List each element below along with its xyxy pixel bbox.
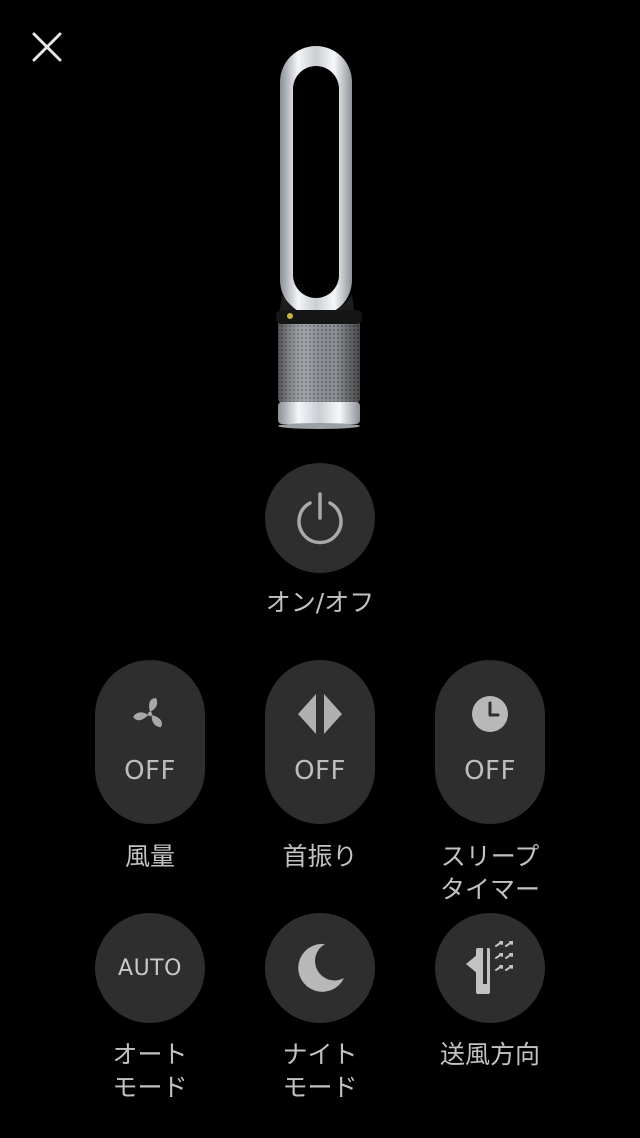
airflow-direction-button[interactable] (435, 913, 545, 1023)
oscillation-icon (298, 694, 342, 734)
auto-icon-text: AUTO (118, 955, 182, 981)
airflow-direction-icon (466, 941, 513, 994)
night-mode-label: ナイト モード (282, 1040, 358, 1102)
sleep-timer-button[interactable]: OFF (435, 660, 545, 824)
power-button[interactable] (265, 463, 375, 573)
moon-icon (298, 943, 344, 992)
close-icon[interactable] (24, 24, 70, 70)
auto-mode-button[interactable]: AUTO (95, 913, 205, 1023)
fan-speed-state: OFF (124, 756, 176, 786)
fan-icon (133, 698, 162, 728)
power-label: オン/オフ (265, 588, 375, 617)
fan-speed-button[interactable]: OFF (95, 660, 205, 824)
sleep-timer-state: OFF (464, 756, 516, 786)
oscillation-state: OFF (294, 756, 346, 786)
auto-mode-label: オート モード (112, 1040, 188, 1102)
dyson-tower-fan-image (276, 46, 362, 429)
power-icon (297, 492, 343, 545)
clock-icon (472, 696, 508, 732)
night-mode-button[interactable] (265, 913, 375, 1023)
fan-speed-label: 風量 (124, 842, 175, 871)
oscillation-button[interactable]: OFF (265, 660, 375, 824)
airflow-direction-label: 送風方向 (439, 1040, 540, 1069)
oscillation-label: 首振り (282, 842, 358, 871)
sleep-timer-label: スリープ タイマー (439, 842, 540, 904)
